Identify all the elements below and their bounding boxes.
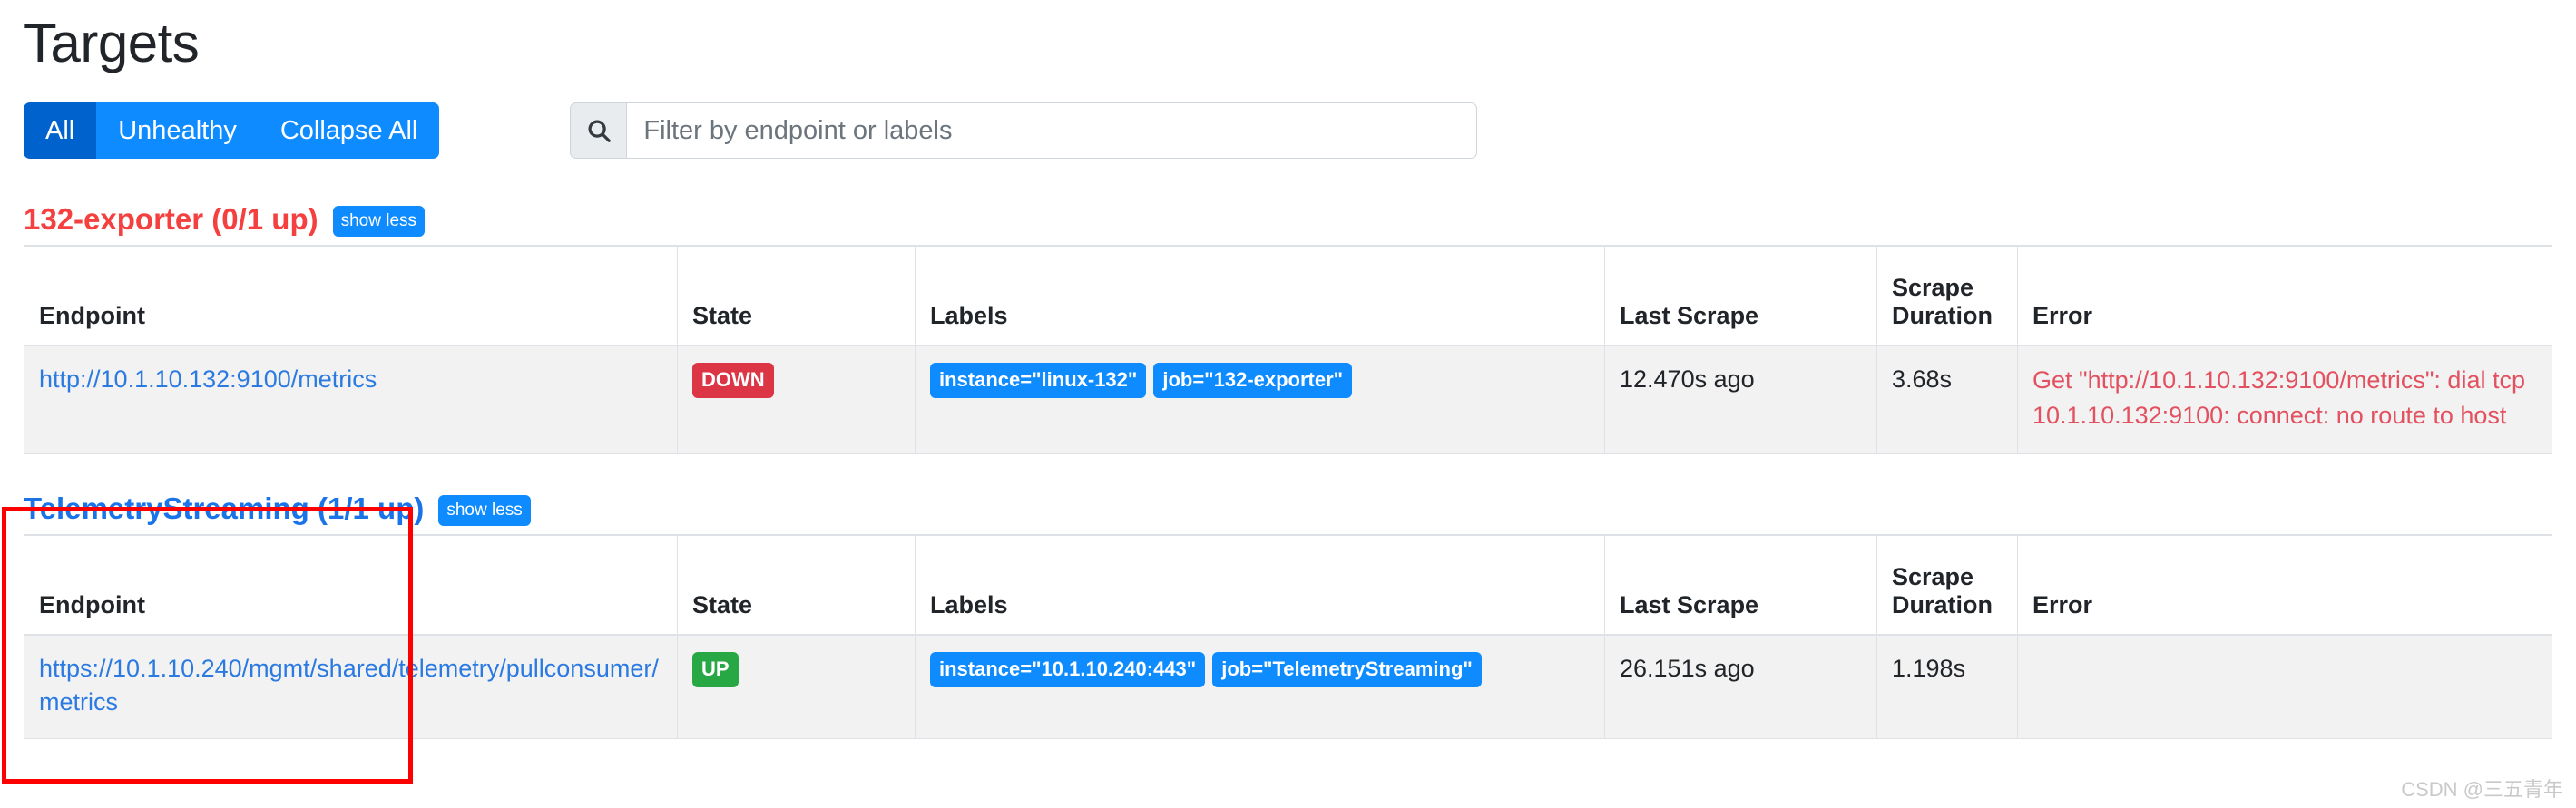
column-header-scrape-duration: Scrape Duration — [1877, 535, 2018, 635]
search-input[interactable] — [626, 102, 1477, 159]
cell-scrape-duration: 1.198s — [1877, 635, 2018, 738]
group-toggle-button[interactable]: show less — [438, 495, 530, 526]
group-header: TelemetryStreaming (1/1 up) show less — [24, 492, 2552, 523]
column-header-scrape-duration: Scrape Duration — [1877, 246, 2018, 346]
cell-endpoint: https://10.1.10.240/mgmt/shared/telemetr… — [24, 635, 678, 738]
group-title: 132-exporter (0/1 up) — [24, 204, 318, 234]
search-bar — [570, 102, 1477, 159]
scrape-duration-line-2: Duration — [1892, 591, 1993, 618]
targets-table: Endpoint State Labels Last Scrape Scrape… — [24, 245, 2552, 454]
cell-last-scrape: 26.151s ago — [1605, 635, 1877, 738]
table-row: https://10.1.10.240/mgmt/shared/telemetr… — [24, 635, 2552, 738]
scrape-duration-line-2: Duration — [1892, 302, 1993, 329]
search-icon — [570, 102, 626, 159]
group-title: TelemetryStreaming (1/1 up) — [24, 493, 424, 523]
cell-state: DOWN — [678, 346, 916, 454]
filter-button-all[interactable]: All — [24, 102, 96, 159]
cell-error — [2018, 635, 2552, 738]
endpoint-link[interactable]: https://10.1.10.240/mgmt/shared/telemetr… — [39, 655, 659, 715]
cell-state: UP — [678, 635, 916, 738]
column-header-last-scrape: Last Scrape — [1605, 535, 1877, 635]
table-row: http://10.1.10.132:9100/metrics DOWN ins… — [24, 346, 2552, 454]
filter-button-group: All Unhealthy Collapse All — [24, 102, 439, 159]
scrape-duration-line-1: Scrape — [1892, 563, 1974, 590]
toolbar: All Unhealthy Collapse All — [24, 102, 2552, 160]
target-group-132-exporter: 132-exporter (0/1 up) show less Endpoint… — [24, 203, 2552, 454]
watermark: CSDN @三五青年 — [2401, 774, 2563, 803]
targets-table: Endpoint State Labels Last Scrape Scrape… — [24, 534, 2552, 739]
cell-labels: instance="linux-132"job="132-exporter" — [916, 346, 1605, 454]
column-header-endpoint: Endpoint — [24, 535, 678, 635]
column-header-state: State — [678, 246, 916, 346]
collapse-all-button[interactable]: Collapse All — [259, 102, 440, 159]
cell-error: Get "http://10.1.10.132:9100/metrics": d… — [2018, 346, 2552, 454]
label-chip-job[interactable]: job="TelemetryStreaming" — [1212, 652, 1482, 687]
cell-endpoint: http://10.1.10.132:9100/metrics — [24, 346, 678, 454]
status-badge: UP — [692, 652, 739, 687]
column-header-error: Error — [2018, 535, 2552, 635]
endpoint-link[interactable]: http://10.1.10.132:9100/metrics — [39, 365, 377, 393]
filter-button-unhealthy[interactable]: Unhealthy — [96, 102, 259, 159]
label-chip-instance[interactable]: instance="10.1.10.240:443" — [930, 652, 1205, 687]
cell-scrape-duration: 3.68s — [1877, 346, 2018, 454]
column-header-labels: Labels — [916, 535, 1605, 635]
page-title: Targets — [24, 16, 2552, 71]
label-chip-job[interactable]: job="132-exporter" — [1153, 363, 1352, 398]
column-header-endpoint: Endpoint — [24, 246, 678, 346]
table-header-row: Endpoint State Labels Last Scrape Scrape… — [24, 246, 2552, 346]
group-toggle-button[interactable]: show less — [333, 206, 425, 237]
target-group-telemetrystreaming: TelemetryStreaming (1/1 up) show less En… — [24, 492, 2552, 739]
status-badge: DOWN — [692, 363, 774, 398]
cell-labels: instance="10.1.10.240:443"job="Telemetry… — [916, 635, 1605, 738]
group-header: 132-exporter (0/1 up) show less — [24, 203, 2552, 234]
column-header-state: State — [678, 535, 916, 635]
column-header-last-scrape: Last Scrape — [1605, 246, 1877, 346]
label-chip-instance[interactable]: instance="linux-132" — [930, 363, 1146, 398]
cell-last-scrape: 12.470s ago — [1605, 346, 1877, 454]
targets-page: Targets All Unhealthy Collapse All 132-e… — [0, 16, 2576, 808]
table-header-row: Endpoint State Labels Last Scrape Scrape… — [24, 535, 2552, 635]
column-header-error: Error — [2018, 246, 2552, 346]
scrape-duration-line-1: Scrape — [1892, 274, 1974, 301]
column-header-labels: Labels — [916, 246, 1605, 346]
